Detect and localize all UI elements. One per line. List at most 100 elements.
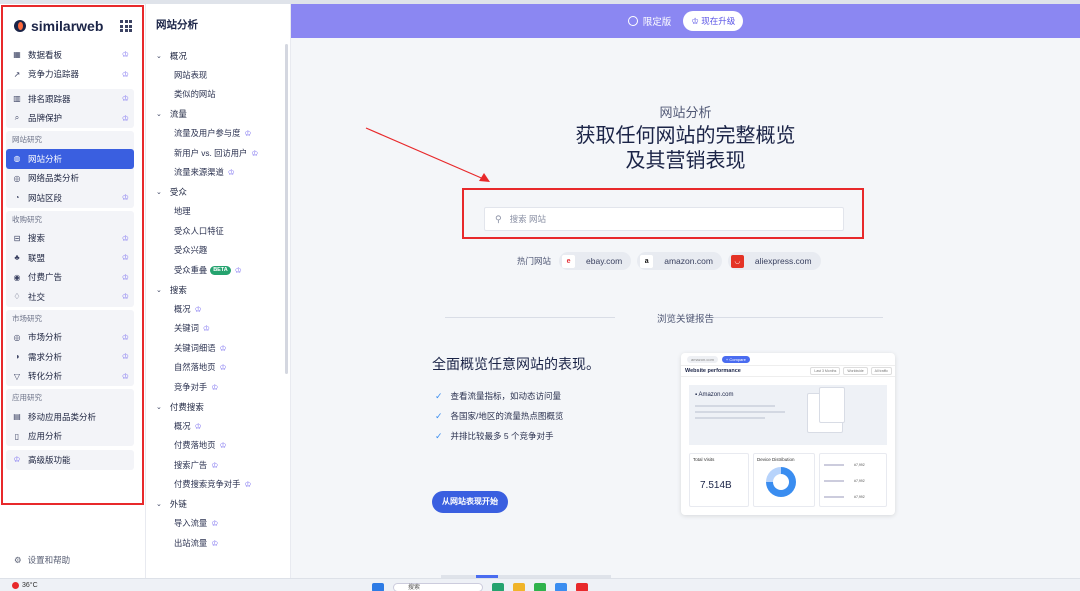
nav-item-trend[interactable]: ↗ 竞争力追踪器 ♔ bbox=[6, 65, 134, 85]
crown-icon: ♔ bbox=[13, 455, 21, 465]
subnav-item[interactable]: 地理 bbox=[156, 202, 284, 222]
upgrade-now-button[interactable]: ♔ 现在升级 bbox=[683, 11, 744, 31]
browser-icon[interactable] bbox=[555, 583, 567, 591]
subnav-item[interactable]: 流量来源渠道 ♔ bbox=[156, 163, 284, 183]
subnav-section-label: 受众 bbox=[169, 187, 187, 198]
app-grid-icon[interactable] bbox=[120, 20, 132, 32]
nav-item-demand[interactable]: ◑ 需求分析 ♔ bbox=[6, 347, 134, 367]
nav-item-category[interactable]: ◎ 网络品类分析 bbox=[6, 169, 134, 189]
thumb-up-icon: ♢ bbox=[13, 292, 21, 302]
popular-site-aliexpress[interactable]: ◡ aliexpress.com bbox=[727, 252, 821, 270]
preview-rank-row: #7,992 bbox=[824, 460, 878, 470]
nav-item-bar-chart[interactable]: ▥ 排名跟踪器 ♔ bbox=[6, 89, 134, 109]
subnav-scrollbar[interactable] bbox=[285, 44, 288, 374]
crown-icon: ♔ bbox=[202, 324, 211, 333]
subnav-section[interactable]: ⌄ 付费搜索 bbox=[156, 397, 284, 417]
nav-item-mobile-app[interactable]: ▤ 移动应用品类分析 bbox=[6, 407, 134, 427]
nav-item-label: 应用分析 bbox=[28, 431, 63, 442]
market-icon: ◎ bbox=[13, 332, 21, 342]
popular-site-ebay[interactable]: e ebay.com bbox=[559, 252, 632, 270]
popular-sites-label: 热门网站 bbox=[517, 256, 552, 266]
nav-item-affiliate[interactable]: ♣ 联盟 ♔ bbox=[6, 248, 134, 268]
preview-compare-tag: + Compare bbox=[721, 355, 750, 363]
affiliate-icon: ♣ bbox=[14, 253, 20, 263]
subnav-section[interactable]: ⌄ 搜索 bbox=[156, 280, 284, 300]
subnav-item[interactable]: 导入流量 ♔ bbox=[156, 514, 284, 534]
subnav-item[interactable]: 搜索广告 ♔ bbox=[156, 456, 284, 476]
subnav-item[interactable]: 受众人口特征 bbox=[156, 222, 284, 242]
os-taskbar: 36°C 搜索 bbox=[0, 578, 1080, 591]
nav-item-shield-search[interactable]: ⌕ 品牌保护 ♔ bbox=[6, 109, 134, 129]
start-icon[interactable] bbox=[372, 583, 384, 591]
popular-site-amazon[interactable]: a amazon.com bbox=[637, 252, 722, 270]
subnav-item[interactable]: 付费落地页 ♔ bbox=[156, 436, 284, 456]
edge-icon[interactable] bbox=[492, 583, 504, 591]
subnav-item[interactable]: 概况 ♔ bbox=[156, 417, 284, 437]
website-search-box[interactable]: ⚲ bbox=[484, 207, 844, 231]
settings-label: 设置和帮助 bbox=[27, 555, 71, 565]
subnav-section[interactable]: ⌄ 流量 bbox=[156, 105, 284, 125]
taskbar-search[interactable]: 搜索 bbox=[393, 583, 483, 591]
brand-name: similarweb bbox=[31, 18, 104, 34]
folder-icon[interactable] bbox=[513, 583, 525, 591]
weather-alert-icon bbox=[12, 582, 19, 589]
subnav-item-label: 搜索广告 bbox=[174, 459, 208, 470]
website-search-input[interactable] bbox=[509, 214, 810, 224]
subnav-item-label: 竞争对手 bbox=[174, 381, 208, 392]
nav-item-funnel[interactable]: ▽ 转化分析 ♔ bbox=[6, 367, 134, 387]
subnav-item[interactable]: 关键词细语 ♔ bbox=[156, 339, 284, 359]
app-icon-red[interactable] bbox=[576, 583, 588, 591]
weather-widget[interactable]: 36°C bbox=[12, 582, 38, 589]
nav-item-globe[interactable]: ◍ 网站分析 bbox=[6, 149, 134, 169]
upgrade-label: 现在升级 bbox=[701, 16, 736, 26]
crown-icon: ♔ bbox=[219, 441, 227, 450]
crown-icon: ♔ bbox=[194, 421, 202, 431]
subnav-section-label: 外链 bbox=[169, 499, 187, 510]
subnav-section-label: 流量 bbox=[169, 109, 187, 120]
crown-icon: ♔ bbox=[244, 480, 252, 489]
nav-item-label: 转化分析 bbox=[28, 371, 63, 382]
premium-features-item[interactable]: ♔ 高级版功能 bbox=[6, 450, 134, 470]
subnav-item[interactable]: 概况 ♔ bbox=[156, 300, 284, 320]
crown-icon: ♔ bbox=[211, 519, 219, 528]
nav-item-search[interactable]: ⊟ 搜索 ♔ bbox=[6, 229, 134, 249]
settings-help-link[interactable]: ⚙ 设置和帮助 bbox=[14, 554, 70, 566]
subnav-section[interactable]: ⌄ 受众 bbox=[156, 183, 284, 203]
nav-item-market[interactable]: ◎ 市场分析 ♔ bbox=[6, 328, 134, 348]
brand-logo[interactable]: similarweb bbox=[14, 18, 103, 34]
crown-icon: ♔ bbox=[234, 265, 242, 275]
crown-icon: ♔ bbox=[121, 253, 129, 263]
nav-item-paid-ads[interactable]: ◉ 付费广告 ♔ bbox=[6, 268, 134, 288]
nav-item-thumb-up[interactable]: ♢ 社交 ♔ bbox=[6, 287, 134, 307]
nav-item-label: 搜索 bbox=[28, 233, 46, 244]
device-distribution-title: Device Distribution bbox=[757, 457, 795, 462]
nav-item-label: 数据看板 bbox=[28, 49, 63, 60]
chevron-down-icon: ⌄ bbox=[156, 501, 162, 509]
subnav-item[interactable]: 关键词 ♔ bbox=[156, 319, 284, 339]
crown-icon: ♔ bbox=[227, 168, 235, 177]
subnav-item[interactable]: 竞争对手 ♔ bbox=[156, 378, 284, 398]
crown-icon: ♔ bbox=[219, 363, 227, 372]
nav-item-dashboard[interactable]: ▦ 数据看板 ♔ bbox=[6, 45, 134, 65]
preview-control: Worldwide bbox=[843, 367, 868, 375]
nav-item-label: 市场分析 bbox=[28, 332, 63, 343]
nav-item-segment[interactable]: ◔ 网站区段 ♔ bbox=[6, 188, 134, 208]
subnav-item[interactable]: 自然落地页 ♔ bbox=[156, 358, 284, 378]
subnav-item[interactable]: 付费搜索竞争对手 ♔ bbox=[156, 475, 284, 495]
subnav-item[interactable]: 受众重叠 BETA ♔ bbox=[156, 261, 284, 281]
subnav-item[interactable]: 出站流量 ♔ bbox=[156, 534, 284, 554]
subnav-item[interactable]: 网站表现 bbox=[156, 66, 284, 86]
shield-search-icon: ⌕ bbox=[14, 113, 20, 123]
wechat-icon[interactable] bbox=[534, 583, 546, 591]
subnav-item[interactable]: 类似的网站 bbox=[156, 85, 284, 105]
subnav-item[interactable]: 新用户 vs. 回访用户 ♔ bbox=[156, 144, 284, 164]
nav-item-app[interactable]: ▯ 应用分析 bbox=[6, 427, 134, 447]
subnav-item[interactable]: 流量及用户参与度 ♔ bbox=[156, 124, 284, 144]
subnav-item-label: 类似的网站 bbox=[174, 89, 216, 99]
subnav-section[interactable]: ⌄ 概况 bbox=[156, 46, 284, 66]
key-reports-label: 浏览关键报告 bbox=[656, 314, 714, 325]
subnav-item[interactable]: 受众兴趣 bbox=[156, 241, 284, 261]
start-website-performance-button[interactable]: 从网站表现开始 bbox=[432, 491, 508, 513]
hero-subtitle: 网站分析 bbox=[659, 105, 712, 120]
subnav-section[interactable]: ⌄ 外链 bbox=[156, 495, 284, 515]
